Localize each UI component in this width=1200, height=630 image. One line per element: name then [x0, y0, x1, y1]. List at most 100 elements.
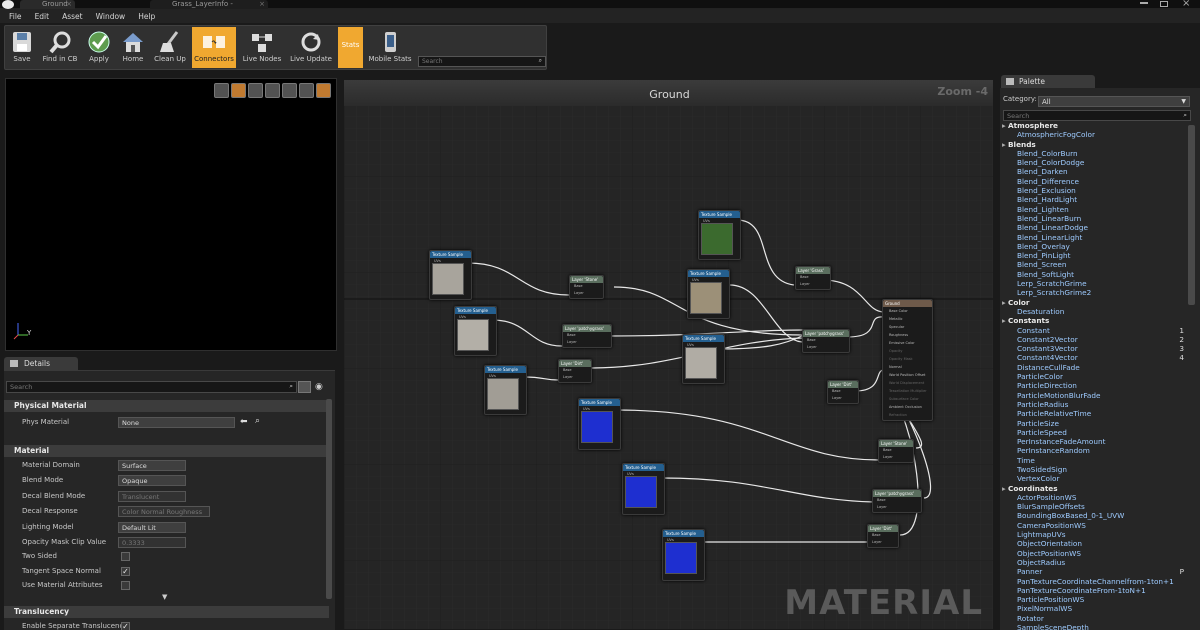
mobile-stats-button[interactable]: Mobile Stats: [367, 27, 413, 68]
pin-layer[interactable]: Layer: [877, 505, 887, 509]
decal-response-dropdown[interactable]: Color Normal Roughness: [118, 506, 210, 517]
palette-item[interactable]: AtmosphericFogColor: [1002, 130, 1186, 139]
layer-blend-node[interactable]: Layer 'patchygrass' Base Layer: [562, 324, 612, 348]
palette-item[interactable]: Constant3Vector 3: [1002, 344, 1186, 353]
apply-button[interactable]: Apply: [85, 27, 113, 68]
palette-item[interactable]: LightmapUVs: [1002, 530, 1186, 539]
clean-up-button[interactable]: Clean Up: [151, 27, 189, 68]
pin-layer[interactable]: Layer: [800, 282, 810, 286]
pin-layer[interactable]: Layer: [563, 375, 573, 379]
tab-grass-layerinfo[interactable]: Grass_LayerInfo - Generic×: [150, 0, 268, 17]
palette-item[interactable]: Blend_Screen: [1002, 260, 1186, 269]
pin-base[interactable]: Base: [567, 333, 576, 337]
pin-world-displacement[interactable]: World Displacement: [889, 381, 924, 385]
pin-ambient-occlusion[interactable]: Ambient Occlusion: [889, 405, 922, 409]
expand-arrow-icon[interactable]: ▸: [1002, 298, 1006, 307]
cube-preview-icon[interactable]: [265, 83, 280, 98]
pin-layer[interactable]: Layer: [574, 291, 584, 295]
layer-blend-node[interactable]: Layer 'Dirt' Base Layer: [827, 380, 859, 404]
palette-item[interactable]: DistanceCullFade: [1002, 363, 1186, 372]
palette-item[interactable]: Desaturation: [1002, 307, 1186, 316]
texture-sample-node[interactable]: Texture Sample UVs: [622, 463, 665, 515]
pin-metallic[interactable]: Metallic: [889, 317, 903, 321]
two-sided-checkbox[interactable]: [121, 552, 130, 561]
palette-item[interactable]: ParticlePositionWS: [1002, 595, 1186, 604]
palette-item[interactable]: VertexColor: [1002, 474, 1186, 483]
pin-base[interactable]: Base: [872, 533, 881, 537]
menu-asset[interactable]: Asset: [62, 12, 83, 21]
texture-sample-node[interactable]: Texture Sample UVs: [429, 250, 472, 300]
pin-refraction[interactable]: Refraction: [889, 413, 907, 417]
palette-item[interactable]: ObjectPositionWS: [1002, 549, 1186, 558]
section-material[interactable]: Material: [4, 445, 329, 457]
pin-normal[interactable]: Normal: [889, 365, 902, 369]
expand-arrow-icon[interactable]: ▸: [1002, 316, 1006, 325]
maximize-icon[interactable]: [1160, 1, 1168, 7]
tab-ground[interactable]: Ground ×: [20, 0, 75, 9]
pin-world-position-offset[interactable]: World Position Offset: [889, 373, 925, 377]
palette-item[interactable]: Rotator: [1002, 614, 1186, 623]
texture-sample-node[interactable]: Texture Sample UVs: [698, 210, 741, 260]
eye-visibility-icon[interactable]: ◉: [315, 382, 323, 392]
palette-item[interactable]: Lerp_ScratchGrime2: [1002, 288, 1186, 297]
details-scrollbar[interactable]: [326, 399, 332, 599]
pin-specular[interactable]: Specular: [889, 325, 904, 329]
pin-layer[interactable]: Layer: [872, 540, 882, 544]
pin-opacity[interactable]: Opacity: [889, 349, 902, 353]
pin-layer[interactable]: Layer: [567, 340, 577, 344]
realtime-toggle-icon[interactable]: [316, 83, 331, 98]
palette-item[interactable]: BoundingBoxBased_0-1_UVW: [1002, 511, 1186, 520]
palette-tab[interactable]: Palette: [1001, 75, 1095, 88]
expand-arrow-icon[interactable]: ▼: [162, 593, 167, 601]
palette-item[interactable]: ParticleSize: [1002, 419, 1186, 428]
property-matrix-icon[interactable]: [298, 381, 311, 393]
palette-scrollbar[interactable]: [1188, 125, 1195, 305]
palette-item[interactable]: Blend_ColorBurn: [1002, 149, 1186, 158]
palette-item[interactable]: ParticleDirection: [1002, 381, 1186, 390]
details-search-input[interactable]: Search ⌕: [6, 381, 297, 393]
sphere-preview-icon[interactable]: [231, 83, 246, 98]
search-icon[interactable]: ⌕: [255, 416, 260, 426]
palette-item[interactable]: ParticleSpeed: [1002, 428, 1186, 437]
palette-item[interactable]: Blend_LinearDodge: [1002, 223, 1186, 232]
pin-base[interactable]: Base: [832, 389, 841, 393]
pin-layer[interactable]: Layer: [832, 396, 842, 400]
blend-mode-dropdown[interactable]: Opaque: [118, 475, 186, 486]
palette-item[interactable]: Lerp_ScratchGrime: [1002, 279, 1186, 288]
texture-sample-node[interactable]: Texture Sample UVs: [682, 334, 725, 384]
palette-item[interactable]: PanTextureCoordinateChannelfrom-1ton+1: [1002, 577, 1186, 586]
layer-blend-node[interactable]: Layer 'Dirt' Base Layer: [558, 359, 592, 383]
palette-search-input[interactable]: Search ⌕: [1003, 110, 1191, 121]
expand-arrow-icon[interactable]: ▸: [1002, 121, 1006, 130]
palette-item[interactable]: Constant4Vector 4: [1002, 353, 1186, 362]
texture-sample-node[interactable]: Texture Sample UVs: [687, 269, 730, 319]
material-result-node[interactable]: Ground Base Color Metallic Specular Roug…: [882, 299, 933, 421]
expand-arrow-icon[interactable]: ▸: [1002, 140, 1006, 149]
home-button[interactable]: Home: [118, 27, 148, 68]
pin-base[interactable]: Base: [563, 368, 572, 372]
menu-edit[interactable]: Edit: [35, 12, 50, 21]
palette-item[interactable]: CameraPositionWS: [1002, 521, 1186, 530]
pin-opacity-mask[interactable]: Opacity Mask: [889, 357, 913, 361]
menu-help[interactable]: Help: [138, 12, 155, 21]
separate-translucency-checkbox[interactable]: ✓: [121, 622, 130, 630]
palette-category[interactable]: ▸ Constants: [1002, 316, 1186, 325]
pin-emissive[interactable]: Emissive Color: [889, 341, 915, 345]
palette-item[interactable]: Blend_LinearBurn: [1002, 214, 1186, 223]
material-domain-dropdown[interactable]: Surface: [118, 460, 186, 471]
palette-item[interactable]: Blend_Difference: [1002, 177, 1186, 186]
palette-item[interactable]: ActorPositionWS: [1002, 493, 1186, 502]
texture-sample-node[interactable]: Texture Sample UVs: [454, 306, 497, 356]
palette-item[interactable]: Time: [1002, 456, 1186, 465]
palette-category[interactable]: ▸ Blends: [1002, 140, 1186, 149]
grid-toggle-icon[interactable]: [299, 83, 314, 98]
pin-base[interactable]: Base: [883, 448, 892, 452]
phys-material-dropdown[interactable]: None: [118, 417, 235, 428]
palette-category[interactable]: ▸ Coordinates: [1002, 484, 1186, 493]
palette-item[interactable]: Blend_PinLight: [1002, 251, 1186, 260]
palette-item[interactable]: ObjectOrientation: [1002, 539, 1186, 548]
palette-item[interactable]: ParticleRelativeTime: [1002, 409, 1186, 418]
stats-button[interactable]: Stats: [338, 27, 363, 68]
pin-tessellation[interactable]: Tessellation Multiplier: [889, 389, 927, 393]
layer-blend-node[interactable]: Layer 'patchygrass' Base Layer: [872, 489, 922, 513]
